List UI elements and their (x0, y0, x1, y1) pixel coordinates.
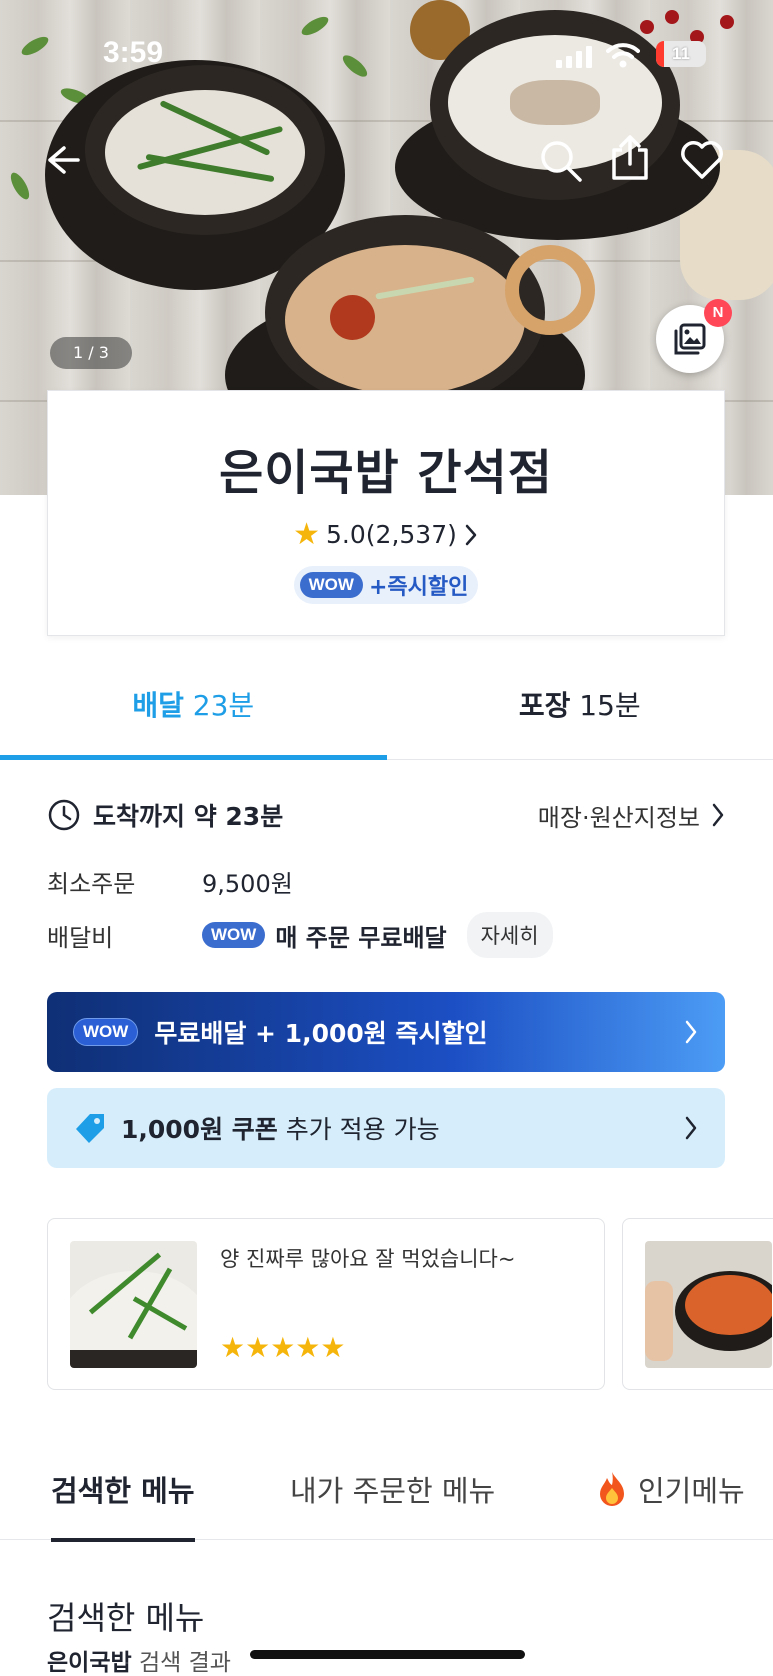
wow-badge: WOW (73, 1018, 139, 1046)
chevron-right-icon (465, 524, 477, 545)
review-photo (645, 1241, 772, 1368)
new-badge: N (704, 299, 732, 327)
instant-discount-label: +즉시할인 (368, 575, 469, 600)
tab-pickup[interactable]: 포장 15분 (387, 660, 773, 759)
wow-promo-banner[interactable]: WOW 무료배달 + 1,000원 즉시할인 (47, 992, 725, 1072)
fire-icon (600, 1472, 624, 1506)
store-origin-info-label: 매장·원산지정보 (537, 803, 700, 832)
wow-discount-chip: WOW +즉시할인 (293, 566, 479, 604)
battery-level: 11 (672, 44, 690, 63)
wow-badge: WOW (299, 572, 363, 598)
delivery-fee-detail-button[interactable]: 자세히 (466, 912, 553, 958)
chevron-right-icon (712, 803, 724, 827)
menu-tabs: 검색한 메뉴 내가 주문한 메뉴 인기메뉴 (0, 1440, 773, 1542)
coupon-text: 추가 적용 가능 (277, 1115, 440, 1144)
tab-popular-menu[interactable]: 인기메뉴 (596, 1468, 745, 1510)
image-pager: 1 / 3 (50, 337, 132, 369)
delivery-fee-value: 매 주문 무료배달 (275, 923, 447, 952)
battery-indicator: 11 (656, 41, 706, 67)
store-origin-info-link[interactable]: 매장·원산지정보 (538, 798, 726, 833)
searched-menu-heading: 검색한 메뉴 (47, 1599, 205, 1637)
tab-popular-menu-label: 인기메뉴 (638, 1474, 745, 1508)
search-keyword: 은이국밥 (47, 1650, 132, 1676)
order-mode-tabs: 배달 23분 포장 15분 (0, 660, 773, 760)
tab-delivery-time: 23분 (192, 689, 255, 722)
tab-my-ordered-menu[interactable]: 내가 주문한 메뉴 (290, 1468, 495, 1510)
coupon-amount: 1,000원 쿠폰 (121, 1115, 278, 1144)
review-photo (70, 1241, 197, 1368)
delivery-fee-row: 배달비 WOW 매 주문 무료배달 자세히 (47, 912, 553, 958)
min-order-value: 9,500원 (202, 869, 293, 898)
chevron-right-icon (685, 1116, 697, 1140)
home-indicator[interactable] (250, 1650, 525, 1659)
share-icon[interactable] (608, 134, 652, 182)
review-star-rating: ★★★★★ (220, 1331, 346, 1364)
min-order-row: 최소주문 9,500원 (47, 864, 293, 898)
min-order-label: 최소주문 (47, 869, 136, 898)
back-arrow-icon[interactable] (42, 140, 82, 180)
review-card[interactable]: 양 진짜루 많아요 잘 먹었습니다~ ★★★★★ (47, 1218, 605, 1390)
rating-score: 5.0 (326, 520, 366, 549)
photo-review-icon (674, 323, 706, 355)
coupon-banner[interactable]: 1,000원 쿠폰 추가 적용 가능 (47, 1088, 725, 1168)
heart-icon[interactable] (680, 140, 724, 180)
photo-review-button[interactable]: N (656, 299, 732, 373)
store-rating[interactable]: ★ 5.0 (2,537) (48, 517, 724, 552)
review-card[interactable] (622, 1218, 773, 1390)
tab-searched-menu[interactable]: 검색한 메뉴 (51, 1468, 195, 1542)
review-count: (2,537) (365, 520, 457, 549)
search-icon[interactable] (538, 138, 584, 184)
arrival-row: 도착까지 약 23분 매장·원산지정보 (47, 795, 726, 835)
star-icon: ★ (293, 517, 321, 552)
search-result-caption: 은이국밥 검색 결과 (47, 1643, 231, 1676)
store-name: 은이국밥 간석점 (219, 445, 553, 501)
clock-icon (48, 799, 80, 831)
tab-pickup-time: 15분 (579, 689, 641, 722)
wow-badge: WOW (202, 922, 266, 948)
tab-pickup-label: 포장 (518, 689, 571, 722)
search-result-suffix: 검색 결과 (131, 1650, 231, 1676)
wifi-icon (606, 43, 640, 68)
coupon-tag-icon (76, 1114, 104, 1143)
chevron-right-icon (685, 1020, 697, 1044)
cellular-signal-icon (556, 44, 592, 68)
status-bar: 3:59 11 (0, 36, 773, 76)
tab-delivery-label: 배달 (132, 689, 184, 722)
store-info-card: 은이국밥 간석점 ★ 5.0 (2,537) WOW +즉시할인 (47, 390, 725, 636)
arrival-time: 도착까지 약 23분 (93, 802, 284, 831)
delivery-fee-label: 배달비 (47, 923, 114, 952)
review-text: 양 진짜루 많아요 잘 먹었습니다~ (220, 1247, 516, 1271)
status-time: 3:59 (103, 36, 164, 69)
tab-delivery[interactable]: 배달 23분 (0, 660, 387, 760)
wow-promo-text: 무료배달 + 1,000원 즉시할인 (154, 1019, 488, 1048)
